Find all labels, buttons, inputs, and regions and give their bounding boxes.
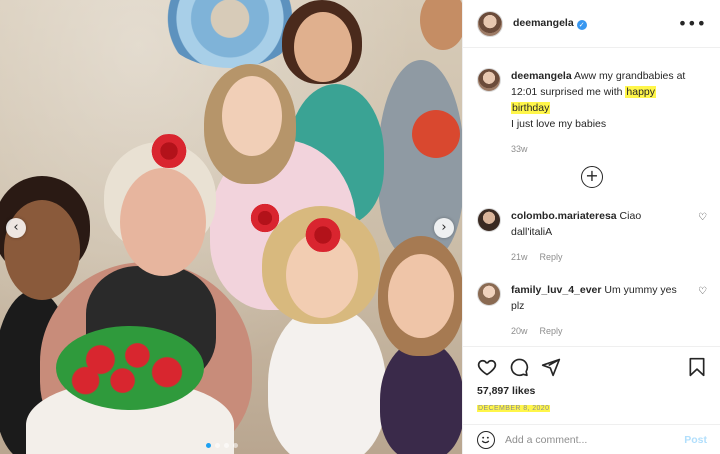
girl-pink-red-bow: [250, 200, 280, 236]
comment-text: family_luv_4_ever Um yummy yes plz: [511, 282, 681, 314]
comment-like-heart-icon[interactable]: ♡: [698, 286, 707, 297]
post-header: deemangela ✓ •••: [463, 0, 720, 48]
girl-curly-red-bow: [300, 218, 346, 252]
girl-right-face: [388, 254, 454, 338]
caption-meta: 33w: [511, 144, 707, 154]
post-actions-section: 57,897 likes December 8, 2020: [463, 346, 720, 412]
carousel-prev-button[interactable]: ‹: [6, 218, 26, 238]
comments-section: deemangela Aww my grandbabies at 12:01 s…: [463, 48, 720, 338]
add-comment-bar: Post: [463, 424, 720, 454]
girl-left-face: [4, 200, 80, 300]
carousel-dot: [224, 443, 229, 448]
comment-time[interactable]: 20w: [511, 326, 528, 336]
caption-text: deemangela Aww my grandbabies at 12:01 s…: [511, 68, 707, 132]
caption-highlight-birthday: birthday: [511, 102, 551, 114]
likes-count[interactable]: 57,897 likes: [477, 385, 707, 397]
author-username[interactable]: deemangela ✓: [513, 17, 678, 30]
caption-highlight-happy: happy: [625, 86, 656, 98]
girl-curly-figure: [268, 304, 386, 454]
caption-username[interactable]: deemangela: [511, 70, 572, 82]
carousel-dot: [233, 443, 238, 448]
grandmother-red-bow: [146, 134, 192, 168]
post-date-text: December 8, 2020: [477, 405, 551, 412]
comment-meta: 21w Reply: [511, 252, 681, 262]
caption-line-2: I just love my babies: [511, 118, 607, 130]
author-username-text[interactable]: deemangela: [513, 17, 574, 29]
caption-time[interactable]: 33w: [511, 144, 528, 154]
reply-button[interactable]: Reply: [540, 326, 563, 336]
comment-username[interactable]: colombo.mariateresa: [511, 210, 617, 222]
bookmark-icon[interactable]: [687, 357, 707, 377]
chevron-left-icon: ‹: [13, 220, 19, 235]
tomato-shirt-print: [412, 110, 460, 158]
post-comment-button[interactable]: Post: [684, 434, 707, 446]
action-bar: [477, 355, 707, 379]
comment-avatar[interactable]: [477, 208, 501, 232]
girl-right-figure: [380, 340, 462, 454]
cake-roses: [56, 326, 204, 410]
comment-item: colombo.mariateresa Ciao dall'italiA 21w…: [477, 208, 707, 262]
post-photo[interactable]: ‹ ›: [0, 0, 462, 454]
girl-pink-shirt-face: [222, 76, 282, 156]
comment-username[interactable]: family_luv_4_ever: [511, 284, 601, 296]
share-icon[interactable]: [541, 357, 561, 377]
comment-item: family_luv_4_ever Um yummy yes plz 20w Re…: [477, 282, 707, 336]
load-more-comments-icon[interactable]: +: [581, 166, 603, 188]
comment-avatar[interactable]: [477, 282, 501, 306]
emoji-icon[interactable]: [477, 430, 495, 449]
girl-green-top-face: [294, 12, 352, 82]
verified-badge-icon: ✓: [576, 20, 587, 30]
author-avatar[interactable]: [477, 10, 503, 37]
caption: deemangela Aww my grandbabies at 12:01 s…: [477, 68, 707, 154]
comment-meta: 20w Reply: [511, 326, 681, 336]
chevron-right-icon: ›: [441, 220, 447, 235]
post-side-panel: deemangela ✓ ••• deemangela Aww my grandb…: [462, 0, 720, 454]
caption-avatar[interactable]: [477, 68, 501, 92]
heart-icon[interactable]: [477, 357, 497, 377]
carousel-indicator: [206, 443, 238, 448]
post-date: December 8, 2020: [477, 405, 707, 412]
carousel-dot: [215, 443, 220, 448]
comment-time[interactable]: 21w: [511, 252, 528, 262]
carousel-dot: [206, 443, 211, 448]
reply-button[interactable]: Reply: [540, 252, 563, 262]
comment-icon[interactable]: [509, 357, 529, 377]
comment-text: colombo.mariateresa Ciao dall'italiA: [511, 208, 681, 240]
more-options-icon[interactable]: •••: [678, 14, 706, 33]
carousel-next-button[interactable]: ›: [434, 218, 454, 238]
grandmother-face: [120, 168, 206, 276]
comment-input[interactable]: [505, 433, 685, 446]
comment-like-heart-icon[interactable]: ♡: [698, 212, 707, 223]
